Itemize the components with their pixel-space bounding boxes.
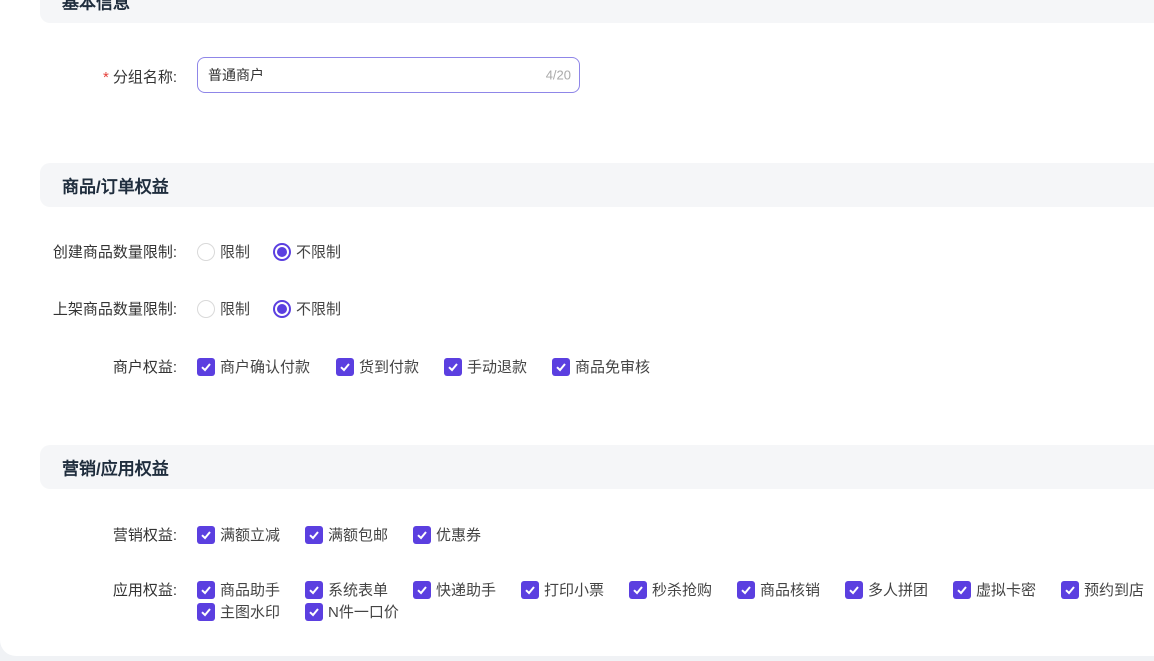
radio-on[interactable]	[273, 299, 291, 318]
section-header-marketing: 营销/应用权益	[40, 445, 1154, 489]
radio-on[interactable]	[273, 242, 291, 261]
create-limit-radio-limited[interactable]: 限制	[197, 241, 250, 262]
checkbox-checked-icon[interactable]	[444, 357, 462, 376]
checkbox-checked-icon[interactable]	[197, 580, 215, 599]
checkbox-coupon[interactable]: 优惠券	[413, 524, 481, 545]
checkbox-virtual-card[interactable]: 虚拟卡密	[953, 579, 1036, 600]
section-header-basic: 基本信息	[40, 0, 1154, 23]
checkbox-cash-on-delivery[interactable]: 货到付款	[336, 356, 419, 377]
checkbox-checked-icon[interactable]	[305, 580, 323, 599]
checkbox-checked-icon[interactable]	[305, 602, 323, 621]
checkbox-manual-refund[interactable]: 手动退款	[444, 356, 527, 377]
checkbox-checked-icon[interactable]	[629, 580, 647, 599]
group-name-input[interactable]: 普通商户 4/20	[197, 57, 580, 93]
shelf-limit-radio-unlimited[interactable]: 不限制	[273, 298, 341, 319]
section-title: 商品/订单权益	[62, 177, 169, 197]
checkbox-system-form[interactable]: 系统表单	[305, 579, 388, 600]
shelf-limit-radio-limited[interactable]: 限制	[197, 298, 250, 319]
checkbox-print-receipt[interactable]: 打印小票	[521, 579, 604, 600]
checkbox-checked-icon[interactable]	[336, 357, 354, 376]
checkbox-checked-icon[interactable]	[413, 525, 431, 544]
checkbox-checked-icon[interactable]	[197, 602, 215, 621]
checkbox-free-shipping[interactable]: 满额包邮	[305, 524, 388, 545]
marketing-rights-label: 营销权益:	[112, 527, 177, 544]
checkbox-checked-icon[interactable]	[737, 580, 755, 599]
radio-off[interactable]	[197, 242, 215, 261]
section-title: 营销/应用权益	[62, 459, 169, 479]
radio-off[interactable]	[197, 299, 215, 318]
checkbox-full-reduction[interactable]: 满额立减	[197, 524, 280, 545]
checkbox-express-assistant[interactable]: 快递助手	[413, 579, 496, 600]
form-card	[0, 0, 1154, 656]
checkbox-checked-icon[interactable]	[1061, 580, 1079, 599]
checkbox-checked-icon[interactable]	[552, 357, 570, 376]
app-rights-label: 应用权益:	[112, 582, 177, 599]
checkbox-n-items-fixed-price[interactable]: N件一口价	[305, 601, 399, 622]
checkbox-checked-icon[interactable]	[521, 580, 539, 599]
checkbox-checked-icon[interactable]	[197, 525, 215, 544]
checkbox-checked-icon[interactable]	[845, 580, 863, 599]
checkbox-flash-sale[interactable]: 秒杀抢购	[629, 579, 712, 600]
section-header-goods: 商品/订单权益	[40, 163, 1154, 207]
char-counter: 4/20	[545, 67, 571, 83]
group-name-label: * 分组名称:	[102, 69, 177, 86]
checkbox-checked-icon[interactable]	[413, 580, 431, 599]
checkbox-checked-icon[interactable]	[197, 357, 215, 376]
merchant-rights-label: 商户权益:	[112, 359, 177, 376]
required-mark: *	[102, 69, 109, 86]
checkbox-image-watermark[interactable]: 主图水印	[197, 601, 280, 622]
checkbox-checked-icon[interactable]	[953, 580, 971, 599]
create-limit-radio-unlimited[interactable]: 不限制	[273, 241, 341, 262]
checkbox-checked-icon[interactable]	[305, 525, 323, 544]
checkbox-reservation[interactable]: 预约到店	[1061, 579, 1144, 600]
checkbox-goods-verify[interactable]: 商品核销	[737, 579, 820, 600]
checkbox-goods-assistant[interactable]: 商品助手	[197, 579, 280, 600]
shelf-limit-label: 上架商品数量限制:	[52, 301, 177, 318]
checkbox-group-buy[interactable]: 多人拼团	[845, 579, 928, 600]
section-title: 基本信息	[62, 0, 130, 13]
checkbox-merchant-confirm-pay[interactable]: 商户确认付款	[197, 356, 310, 377]
create-limit-label: 创建商品数量限制:	[52, 244, 177, 261]
group-name-value: 普通商户	[208, 67, 264, 83]
checkbox-goods-no-review[interactable]: 商品免审核	[552, 356, 650, 377]
